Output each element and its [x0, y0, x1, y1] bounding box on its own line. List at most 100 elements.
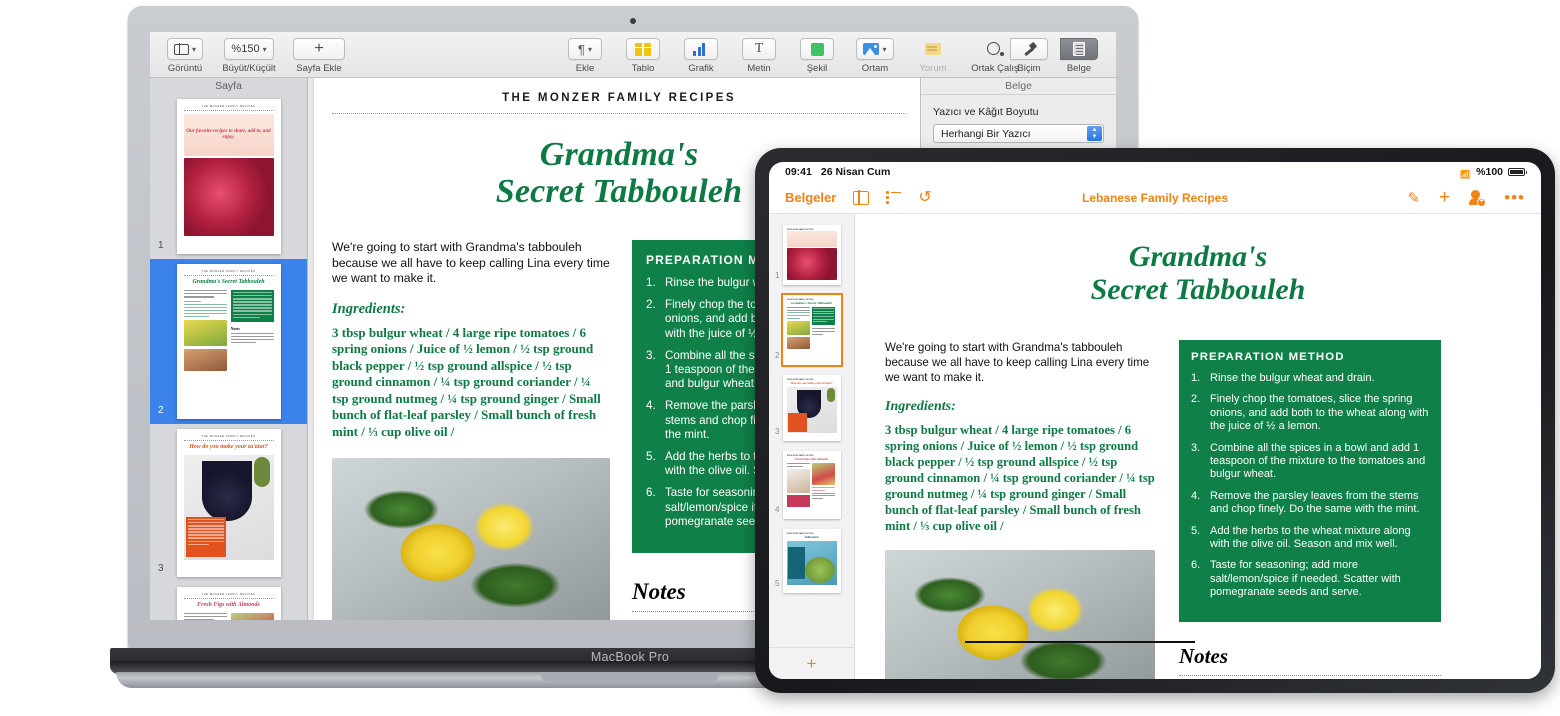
- ipad-preparation-heading: PREPARATION METHOD: [1191, 351, 1345, 363]
- chevron-down-icon: ▾: [262, 44, 267, 54]
- format-label: Biçim: [1017, 63, 1041, 74]
- chart-label: Grafik: [688, 63, 714, 74]
- comment-icon: [925, 43, 941, 55]
- ipad-preparation-method-box: PREPARATION METHOD 1. Rinse the bulgur wh…: [1179, 340, 1441, 622]
- add-page-button[interactable]: + Sayfa Ekle: [288, 38, 350, 74]
- ipad-recipe-title-line1: Grandma's: [1128, 240, 1268, 273]
- stepper-icon[interactable]: ▲ ▼: [1087, 126, 1102, 141]
- shape-icon: [810, 42, 824, 56]
- ipad-intro-paragraph: We're going to start with Grandma's tabb…: [885, 341, 1150, 384]
- text-icon: T: [754, 41, 764, 56]
- ipad-left-column: We're going to start with Grandma's tabb…: [885, 340, 1155, 679]
- shape-label: Şekil: [806, 63, 828, 74]
- more-icon[interactable]: •••: [1504, 189, 1525, 206]
- inspector-header: Belge: [921, 78, 1116, 95]
- prep-step: 4.Remove the parsley leaves from the ste…: [1191, 489, 1420, 516]
- shape-button[interactable]: Şekil: [792, 38, 842, 74]
- ipad-page-thumbnail-3[interactable]: THE MONZER FAMILY RECIPES How do you mak…: [769, 370, 854, 446]
- text-label: Metin: [747, 63, 771, 74]
- ingredients-list: 3 tbsp bulgur wheat / 4 large ripe tomat…: [332, 324, 601, 439]
- ipad-add-page-button[interactable]: +: [769, 647, 854, 679]
- page-number: 1: [158, 240, 164, 251]
- media-label: Ortam: [861, 63, 889, 74]
- page-number: 3: [158, 563, 164, 574]
- ipad-ingredients-heading: Ingredients:: [885, 399, 956, 414]
- page-thumbnails-sidebar: Sayfa THE MONZER FAMILY RECIPES Our favo…: [150, 78, 308, 620]
- insert-button[interactable]: ¶ ▾ Ekle: [560, 38, 610, 74]
- documents-button[interactable]: Belgeler: [785, 190, 836, 205]
- ipad-recipe-title-line2: Secret Tabbouleh: [1090, 273, 1306, 306]
- battery-percent: %100: [1476, 166, 1503, 178]
- insert-label: Ekle: [575, 63, 595, 74]
- ipad-bezel: 09:41 26 Nisan Cum %100 Belgeler ↺: [755, 148, 1555, 693]
- ipad-main-area: THE MONZER FAMILY RECIPES 1 THE MONZER F…: [769, 214, 1541, 679]
- ipad-page-sidebar[interactable]: THE MONZER FAMILY RECIPES 1 THE MONZER F…: [769, 214, 855, 679]
- battery-icon: [1508, 168, 1527, 176]
- chart-icon: [693, 42, 709, 56]
- ipad-status-bar: 09:41 26 Nisan Cum %100: [769, 162, 1541, 182]
- text-button[interactable]: T Metin: [734, 38, 784, 74]
- view-label: Görüntü: [167, 63, 203, 74]
- zoom-button[interactable]: %150 ▾ Büyüt/Küçült: [218, 38, 280, 74]
- thumb-title: Our favorite recipes to share, add to, a…: [186, 129, 271, 140]
- printer-value: Herhangi Bir Yazıcı: [941, 127, 1031, 140]
- list-icon[interactable]: [886, 191, 902, 204]
- ipad-page-thumbnail-1[interactable]: THE MONZER FAMILY RECIPES 1: [769, 220, 854, 290]
- add-collaborator-icon[interactable]: +: [1469, 189, 1487, 207]
- running-header: THE MONZER FAMILY RECIPES: [502, 92, 736, 104]
- thumb-header: THE MONZER FAMILY RECIPES: [201, 435, 256, 438]
- thumb-header: THE MONZER FAMILY RECIPES: [201, 593, 256, 596]
- add-icon[interactable]: +: [1439, 188, 1450, 207]
- view-button[interactable]: ▾ Görüntü: [160, 38, 210, 74]
- ipad-page-thumbnail-2[interactable]: THE MONZER FAMILY RECIPES Grandma's Secr…: [769, 290, 854, 370]
- table-button[interactable]: Tablo: [618, 38, 668, 74]
- ipad-page-number: 2: [775, 351, 780, 360]
- media-icon: [863, 43, 880, 55]
- ipad-document-columns: We're going to start with Grandma's tabb…: [885, 340, 1511, 679]
- media-button[interactable]: ▾ Ortam: [850, 38, 900, 74]
- window-icon: [173, 43, 189, 55]
- thumb-title: Fresh Figs with Almonds: [197, 602, 260, 608]
- add-page-label: Sayfa Ekle: [296, 63, 342, 74]
- format-button[interactable]: Biçim: [1004, 38, 1054, 74]
- sidebar-icon[interactable]: [853, 189, 870, 206]
- ipad-document-page[interactable]: Grandma's Secret Tabbouleh We're going t…: [855, 214, 1541, 679]
- prep-step: 1. Rinse the bulgur wheat and drain.: [1191, 372, 1375, 384]
- ipad-page-thumbnail-4[interactable]: THE MONZER FAMILY RECIPES Fresh Figs wit…: [769, 446, 854, 524]
- ipad-thumbnail-list[interactable]: THE MONZER FAMILY RECIPES 1 THE MONZER F…: [769, 214, 854, 598]
- printer-select[interactable]: Herhangi Bir Yazıcı ▲ ▼: [933, 124, 1104, 143]
- ipad-preparation-steps: 1. Rinse the bulgur wheat and drain. 2. Fi…: [1191, 372, 1429, 600]
- document-button[interactable]: Belge: [1054, 38, 1104, 74]
- printer-label: Yazıcı ve Kâğıt Boyutu: [933, 106, 1039, 118]
- prep-step: 3.Combine all the spices in a bowl and a…: [1191, 441, 1426, 481]
- prep-step: 5.Add the herbs to the wheat mixture alo…: [1191, 524, 1411, 551]
- pages-toolbar: ▾ Görüntü %150 ▾ Büyüt/Küçült + Sayfa Ekl…: [150, 32, 1116, 78]
- thumb-title: Grandma's Secret Tabbouleh: [192, 279, 265, 285]
- undo-icon[interactable]: ↺: [918, 189, 931, 205]
- ipad-toolbar: Belgeler ↺ Lebanese Family Recipes ✎ + +…: [769, 182, 1541, 214]
- chart-button[interactable]: Grafik: [676, 38, 726, 74]
- printer-section: Yazıcı ve Kâğıt Boyutu Herhangi Bir Yazı…: [921, 95, 1116, 154]
- thumb-header: THE MONZER FAMILY RECIPES: [201, 105, 256, 108]
- ipad-notes-heading: Notes: [1179, 643, 1228, 668]
- page-thumbnail-list[interactable]: THE MONZER FAMILY RECIPES Our favorite r…: [150, 94, 307, 620]
- thumb-header: THE MONZER FAMILY RECIPES: [201, 270, 256, 273]
- comment-button[interactable]: Yorum: [908, 38, 958, 74]
- header-divider: [332, 113, 906, 114]
- pilcrow-icon: ¶: [578, 41, 585, 57]
- ipad-page-thumbnail-5[interactable]: THE MONZER FAMILY RECIPES Tabbouleh 5: [769, 524, 854, 598]
- page-thumbnail-1[interactable]: THE MONZER FAMILY RECIPES Our favorite r…: [150, 94, 307, 259]
- ipad-page-number: 1: [775, 271, 780, 280]
- camera-icon: [630, 18, 636, 24]
- format-brush-icon: [1022, 42, 1036, 56]
- ipad-screen: 09:41 26 Nisan Cum %100 Belgeler ↺: [769, 162, 1541, 679]
- zoom-label: Büyüt/Küçült: [222, 63, 276, 74]
- page-thumbnail-3[interactable]: THE MONZER FAMILY RECIPES How do you mak…: [150, 424, 307, 582]
- chevron-down-icon: ▾: [587, 44, 592, 54]
- document-icon: [1073, 42, 1085, 56]
- status-time: 09:41: [785, 166, 812, 178]
- ipad-page-number: 3: [775, 427, 780, 436]
- page-thumbnail-4[interactable]: THE MONZER FAMILY RECIPES Fresh Figs wit…: [150, 582, 307, 620]
- page-thumbnail-2[interactable]: THE MONZER FAMILY RECIPES Grandma's Secr…: [150, 259, 307, 424]
- markup-pen-icon[interactable]: ✎: [1407, 189, 1420, 207]
